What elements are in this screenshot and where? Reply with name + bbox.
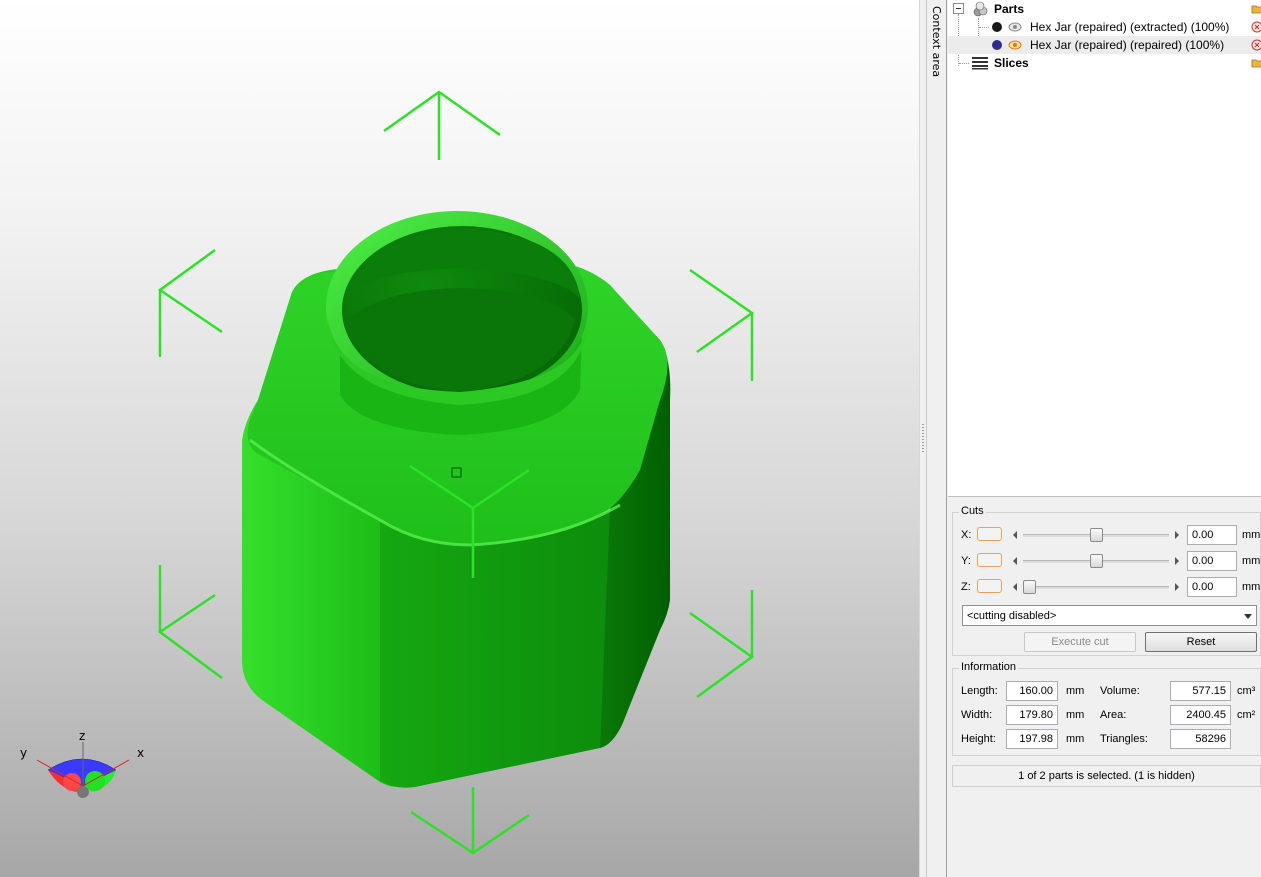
- axis-label-x: x: [137, 746, 145, 760]
- parts-icon: [973, 1, 988, 17]
- area-unit: cm²: [1237, 709, 1256, 721]
- cut-unit-y: mm: [1242, 555, 1261, 567]
- slider-thumb[interactable]: [1023, 580, 1036, 594]
- tree-group-label: Parts: [994, 2, 1025, 16]
- cuts-title: Cuts: [959, 505, 986, 517]
- width-label: Width:: [961, 709, 993, 721]
- cut-value-y[interactable]: 0.00: [1187, 551, 1237, 571]
- chevron-down-icon[interactable]: [1244, 614, 1252, 619]
- slider-thumb[interactable]: [1089, 554, 1103, 568]
- slider-right-arrow-icon[interactable]: [1175, 531, 1179, 539]
- reset-button[interactable]: Reset: [1145, 632, 1257, 652]
- length-unit: mm: [1066, 685, 1085, 697]
- cut-mode-value: <cutting disabled>: [967, 610, 1057, 622]
- cut-value-z[interactable]: 0.00: [1187, 577, 1237, 597]
- slices-icon: [972, 57, 988, 70]
- tree-item-part[interactable]: Hex Jar (repaired) (extracted) (100%): [948, 18, 1261, 36]
- height-value: 197.98: [1006, 729, 1058, 749]
- remove-part-icon[interactable]: [1251, 39, 1261, 51]
- cut-value-x[interactable]: 0.00: [1187, 525, 1237, 545]
- width-unit: mm: [1066, 709, 1085, 721]
- triangles-label: Triangles:: [1100, 733, 1148, 745]
- area-value: 2400.45: [1170, 705, 1231, 725]
- triangles-value: 58296: [1170, 729, 1231, 749]
- cut-unit-x: mm: [1242, 529, 1261, 541]
- panel-splitter[interactable]: [919, 0, 926, 877]
- axis-label-z: z: [79, 729, 86, 743]
- cut-axis-color-y[interactable]: [977, 553, 1002, 567]
- cut-axis-color-x[interactable]: [977, 527, 1002, 541]
- selection-status: 1 of 2 parts is selected. (1 is hidden): [952, 765, 1261, 787]
- height-unit: mm: [1066, 733, 1085, 745]
- volume-value: 577.15: [1170, 681, 1231, 701]
- folder-icon[interactable]: [1251, 3, 1261, 15]
- area-label: Area:: [1100, 709, 1127, 721]
- context-area-tab[interactable]: Context area: [926, 0, 947, 877]
- cut-unit-z: mm: [1242, 581, 1261, 593]
- collapse-icon[interactable]: [953, 3, 964, 14]
- axis-label-y: y: [20, 746, 28, 760]
- cut-mode-select[interactable]: <cutting disabled>: [962, 605, 1257, 626]
- cut-slider-y[interactable]: [1011, 554, 1181, 568]
- length-label: Length:: [961, 685, 998, 697]
- cut-axis-label-y: Y:: [961, 555, 971, 567]
- slider-right-arrow-icon[interactable]: [1175, 583, 1179, 591]
- slider-track[interactable]: [1023, 586, 1169, 589]
- information-title: Information: [959, 661, 1019, 673]
- parts-tree[interactable]: Parts Hex Jar (repaired) (extracted) (10…: [948, 0, 1261, 497]
- execute-cut-button[interactable]: Execute cut: [1024, 632, 1136, 652]
- tree-item-part-selected[interactable]: Hex Jar (repaired) (repaired) (100%): [948, 36, 1261, 54]
- remove-part-icon[interactable]: [1251, 21, 1261, 33]
- cut-axis-label-x: X:: [961, 529, 972, 541]
- tree-group-slices[interactable]: Slices: [948, 54, 1261, 72]
- slider-right-arrow-icon[interactable]: [1175, 557, 1179, 565]
- axis-orientation-widget: y z x: [14, 728, 154, 808]
- cut-slider-x[interactable]: [1011, 528, 1181, 542]
- volume-label: Volume:: [1100, 685, 1140, 697]
- cut-axis-color-z[interactable]: [977, 579, 1002, 593]
- cut-slider-z[interactable]: [1011, 580, 1181, 594]
- height-label: Height:: [961, 733, 996, 745]
- part-label: Hex Jar (repaired) (extracted) (100%): [1030, 20, 1230, 34]
- context-area-label: Context area: [930, 6, 943, 78]
- 3d-viewport[interactable]: y z x: [0, 0, 919, 877]
- part-label: Hex Jar (repaired) (repaired) (100%): [1030, 38, 1225, 52]
- length-value: 160.00: [1006, 681, 1058, 701]
- slider-thumb[interactable]: [1089, 528, 1103, 542]
- part-color-swatch[interactable]: [992, 22, 1002, 32]
- slider-left-arrow-icon[interactable]: [1013, 557, 1017, 565]
- splitter-grip[interactable]: [922, 424, 924, 454]
- slider-left-arrow-icon[interactable]: [1013, 583, 1017, 591]
- tree-group-label: Slices: [994, 56, 1029, 70]
- width-value: 179.80: [1006, 705, 1058, 725]
- volume-unit: cm³: [1237, 685, 1256, 697]
- eye-visible-icon[interactable]: [1008, 40, 1022, 50]
- tree-group-parts[interactable]: Parts: [948, 0, 1261, 18]
- folder-icon[interactable]: [1251, 57, 1261, 69]
- eye-hidden-icon[interactable]: [1008, 22, 1022, 32]
- part-color-swatch[interactable]: [992, 40, 1002, 50]
- cut-axis-label-z: Z:: [961, 581, 971, 593]
- slider-left-arrow-icon[interactable]: [1013, 531, 1017, 539]
